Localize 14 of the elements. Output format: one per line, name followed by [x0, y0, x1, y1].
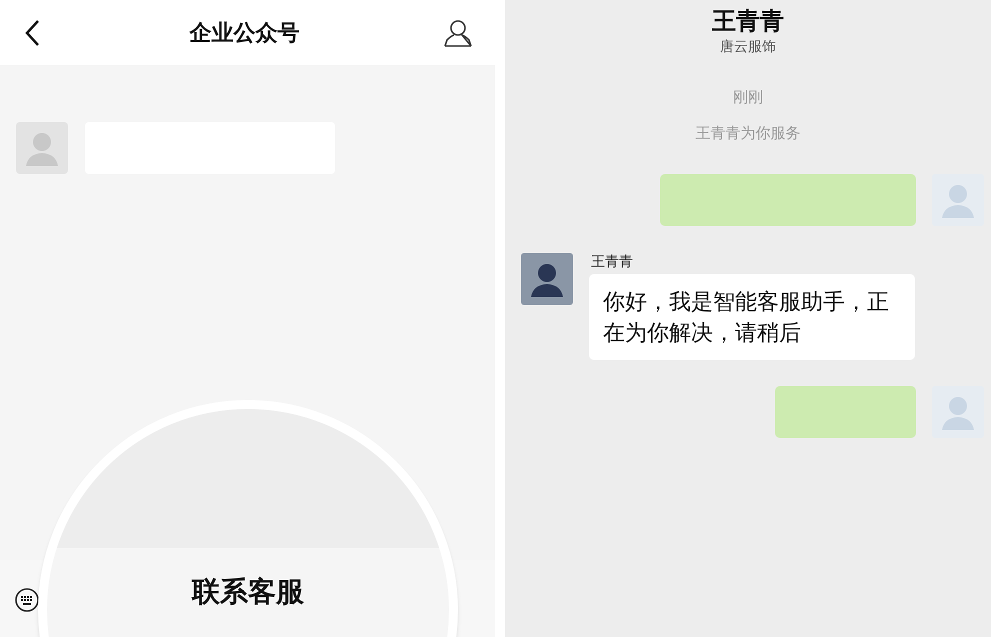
message-bubble: 你好，我是智能客服助手，正在为你解决，请稍后	[589, 274, 915, 360]
contact-name: 王青青	[712, 8, 784, 36]
avatar-placeholder	[521, 253, 573, 305]
avatar-placeholder	[16, 122, 68, 174]
magnified-label: 联系客服	[192, 578, 304, 606]
keyboard-icon[interactable]	[14, 586, 40, 612]
person-icon[interactable]	[443, 18, 473, 48]
system-notice: 王青青为你服务	[696, 124, 800, 144]
avatar-placeholder	[932, 174, 984, 226]
avatar-placeholder	[932, 386, 984, 438]
company-name: 唐云服饰	[720, 37, 776, 56]
timestamp: 刚刚	[733, 88, 763, 108]
sender-name: 王青青	[590, 253, 634, 269]
screen-title: 企业公众号	[190, 19, 300, 47]
